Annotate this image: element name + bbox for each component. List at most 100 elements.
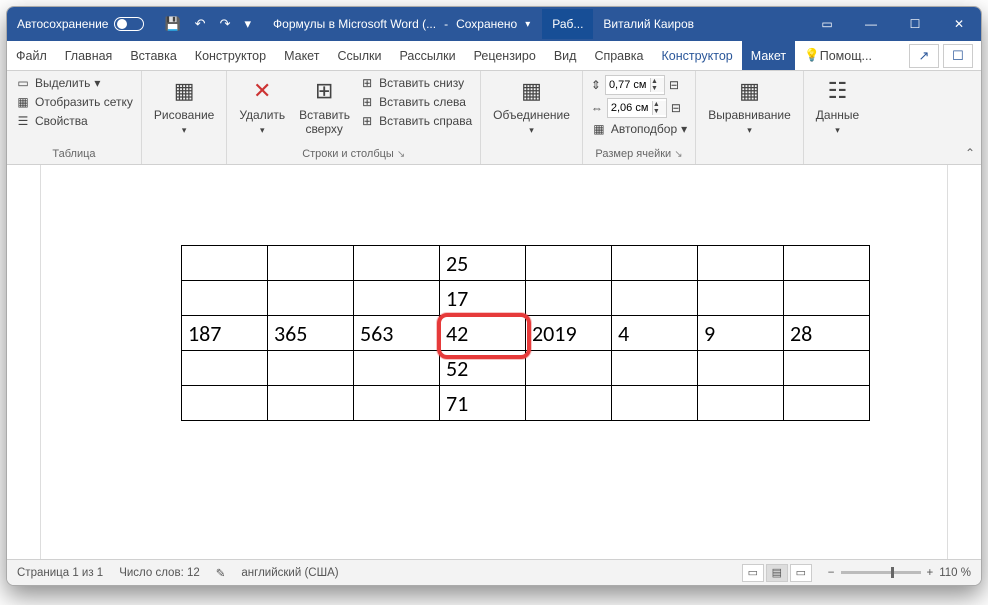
table-cell[interactable]: 187 [182, 316, 268, 351]
word-count[interactable]: Число слов: 12 [119, 567, 200, 579]
table-cell[interactable] [784, 351, 870, 386]
table-cell[interactable] [612, 246, 698, 281]
view-print-icon[interactable]: ▤ [766, 564, 788, 582]
table-cell[interactable] [698, 386, 784, 421]
properties-button[interactable]: ☰Свойства [15, 113, 133, 129]
select-button[interactable]: ▭Выделить ▾ [15, 75, 133, 91]
col-width-input[interactable]: ▲▼ [607, 98, 667, 118]
table-cell[interactable]: 71 [440, 386, 526, 421]
table-cell[interactable] [612, 351, 698, 386]
tab-review[interactable]: Рецензиро [465, 41, 545, 70]
share-button[interactable]: ↗ [909, 44, 939, 68]
distribute-rows-icon[interactable]: ⊟ [669, 78, 679, 92]
row-height-input[interactable]: ▲▼ [605, 75, 665, 95]
merge-button[interactable]: ▦Объединение▾ [489, 75, 574, 138]
table-cell[interactable] [526, 386, 612, 421]
table-cell[interactable] [612, 386, 698, 421]
tab-layout[interactable]: Макет [275, 41, 328, 70]
close-button[interactable]: ✕ [937, 7, 981, 41]
table-cell[interactable] [354, 281, 440, 316]
table-cell[interactable] [354, 351, 440, 386]
tab-file[interactable]: Файл [7, 41, 56, 70]
collapse-ribbon-icon[interactable]: ⌃ [965, 146, 975, 160]
row-height-icon: ⇕ [591, 78, 601, 92]
table-cell[interactable]: 42 [440, 316, 526, 351]
view-read-icon[interactable]: ▭ [742, 564, 764, 582]
table-cell[interactable] [268, 246, 354, 281]
redo-icon[interactable]: ↷ [220, 16, 231, 32]
table-cell[interactable] [526, 281, 612, 316]
document-area[interactable]: 2517 1873655634220194928 5271 [7, 165, 981, 559]
table-cell[interactable] [182, 386, 268, 421]
tab-home[interactable]: Главная [56, 41, 122, 70]
table-cell[interactable]: 17 [440, 281, 526, 316]
comments-button[interactable]: ☐ [943, 44, 973, 68]
table-cell[interactable] [698, 351, 784, 386]
table-cell[interactable]: 25 [440, 246, 526, 281]
table-cell[interactable] [784, 281, 870, 316]
table-cell[interactable] [268, 281, 354, 316]
insert-below-button[interactable]: ⊞Вставить снизу [359, 75, 472, 91]
spellcheck-icon[interactable]: ✎ [216, 566, 226, 580]
table-cell[interactable] [612, 281, 698, 316]
table-cell[interactable] [354, 246, 440, 281]
page-indicator[interactable]: Страница 1 из 1 [17, 567, 103, 579]
user-name[interactable]: Виталий Каиров [593, 17, 704, 31]
save-icon[interactable]: 💾 [164, 16, 180, 32]
table-cell[interactable]: 52 [440, 351, 526, 386]
zoom-slider[interactable] [841, 571, 921, 574]
table-cell[interactable] [268, 351, 354, 386]
qat-more-icon[interactable]: ▾ [244, 16, 251, 32]
zoom-level[interactable]: 110 % [939, 567, 971, 579]
table-cell[interactable] [784, 386, 870, 421]
table-cell[interactable] [354, 386, 440, 421]
delete-button[interactable]: ✕Удалить▾ [235, 75, 289, 138]
word-table[interactable]: 2517 1873655634220194928 5271 [181, 245, 870, 421]
table-cell[interactable]: 4 [612, 316, 698, 351]
tab-view[interactable]: Вид [545, 41, 586, 70]
insert-left-button[interactable]: ⊞Вставить слева [359, 94, 472, 110]
app-window: Автосохранение 💾 ↶ ↷ ▾ Формулы в Microso… [6, 6, 982, 586]
tab-design[interactable]: Конструктор [186, 41, 275, 70]
distribute-cols-icon[interactable]: ⊟ [671, 101, 681, 115]
account-tab[interactable]: Раб... [542, 9, 593, 39]
autofit-button[interactable]: ▦Автоподбор ▾ [591, 121, 687, 137]
table-cell[interactable]: 365 [268, 316, 354, 351]
autosave-toggle[interactable] [114, 17, 144, 31]
maximize-button[interactable]: ☐ [893, 7, 937, 41]
minimize-button[interactable]: — [849, 7, 893, 41]
zoom-in-button[interactable]: + [927, 567, 934, 579]
tab-references[interactable]: Ссылки [328, 41, 390, 70]
table-cell[interactable] [526, 351, 612, 386]
draw-button[interactable]: ▦Рисование▾ [150, 75, 218, 138]
tab-mailings[interactable]: Рассылки [390, 41, 464, 70]
table-cell[interactable] [698, 281, 784, 316]
zoom-out-button[interactable]: − [828, 567, 835, 579]
tab-tellme[interactable]: 💡 Помощ... [795, 41, 881, 70]
table-cell[interactable] [784, 246, 870, 281]
group-cell-size: Размер ячейки ↘ [591, 146, 687, 162]
table-cell[interactable]: 563 [354, 316, 440, 351]
tab-table-design[interactable]: Конструктор [652, 41, 741, 70]
table-cell[interactable] [526, 246, 612, 281]
ribbon-options-icon[interactable]: ▭ [805, 7, 849, 41]
data-button[interactable]: ☷Данные▾ [812, 75, 863, 138]
table-cell[interactable] [698, 246, 784, 281]
table-cell[interactable]: 9 [698, 316, 784, 351]
table-cell[interactable] [182, 246, 268, 281]
table-cell[interactable] [268, 386, 354, 421]
undo-icon[interactable]: ↶ [195, 16, 206, 32]
gridlines-button[interactable]: ▦Отобразить сетку [15, 94, 133, 110]
language-indicator[interactable]: английский (США) [241, 567, 338, 579]
table-cell[interactable] [182, 281, 268, 316]
tab-insert[interactable]: Вставка [121, 41, 185, 70]
insert-above-button[interactable]: ⊞Вставить сверху [295, 75, 353, 138]
table-cell[interactable]: 28 [784, 316, 870, 351]
table-cell[interactable] [182, 351, 268, 386]
insert-right-button[interactable]: ⊞Вставить справа [359, 113, 472, 129]
table-cell[interactable]: 2019 [526, 316, 612, 351]
alignment-button[interactable]: ▦Выравнивание▾ [704, 75, 795, 138]
tab-help[interactable]: Справка [585, 41, 652, 70]
view-web-icon[interactable]: ▭ [790, 564, 812, 582]
tab-table-layout[interactable]: Макет [742, 41, 795, 70]
